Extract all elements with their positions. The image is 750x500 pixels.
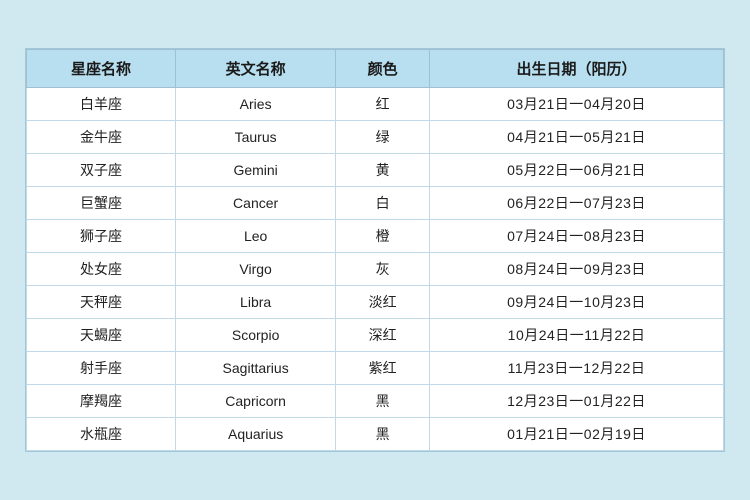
table-row: 金牛座Taurus绿04月21日一05月21日 [27,121,724,154]
cell-color: 黑 [336,385,430,418]
cell-chinese-name: 双子座 [27,154,176,187]
cell-color: 淡红 [336,286,430,319]
cell-english-name: Cancer [175,187,335,220]
cell-english-name: Aquarius [175,418,335,451]
header-english-name: 英文名称 [175,50,335,88]
cell-dates: 04月21日一05月21日 [430,121,724,154]
cell-color: 橙 [336,220,430,253]
cell-chinese-name: 天秤座 [27,286,176,319]
cell-chinese-name: 白羊座 [27,88,176,121]
cell-english-name: Libra [175,286,335,319]
table-body: 白羊座Aries红03月21日一04月20日金牛座Taurus绿04月21日一0… [27,88,724,451]
cell-color: 深红 [336,319,430,352]
cell-english-name: Scorpio [175,319,335,352]
cell-dates: 10月24日一11月22日 [430,319,724,352]
cell-dates: 07月24日一08月23日 [430,220,724,253]
cell-color: 黑 [336,418,430,451]
header-color: 颜色 [336,50,430,88]
zodiac-table-container: 星座名称 英文名称 颜色 出生日期（阳历） 白羊座Aries红03月21日一04… [25,48,725,452]
table-row: 狮子座Leo橙07月24日一08月23日 [27,220,724,253]
cell-chinese-name: 射手座 [27,352,176,385]
cell-english-name: Virgo [175,253,335,286]
cell-chinese-name: 狮子座 [27,220,176,253]
table-row: 天秤座Libra淡红09月24日一10月23日 [27,286,724,319]
table-row: 射手座Sagittarius紫红11月23日一12月22日 [27,352,724,385]
zodiac-table: 星座名称 英文名称 颜色 出生日期（阳历） 白羊座Aries红03月21日一04… [26,49,724,451]
table-header-row: 星座名称 英文名称 颜色 出生日期（阳历） [27,50,724,88]
cell-dates: 01月21日一02月19日 [430,418,724,451]
cell-english-name: Leo [175,220,335,253]
table-row: 双子座Gemini黄05月22日一06月21日 [27,154,724,187]
table-row: 白羊座Aries红03月21日一04月20日 [27,88,724,121]
cell-chinese-name: 水瓶座 [27,418,176,451]
cell-dates: 06月22日一07月23日 [430,187,724,220]
cell-color: 绿 [336,121,430,154]
cell-english-name: Gemini [175,154,335,187]
cell-chinese-name: 摩羯座 [27,385,176,418]
cell-color: 灰 [336,253,430,286]
cell-color: 白 [336,187,430,220]
table-row: 天蝎座Scorpio深红10月24日一11月22日 [27,319,724,352]
table-row: 处女座Virgo灰08月24日一09月23日 [27,253,724,286]
cell-dates: 12月23日一01月22日 [430,385,724,418]
table-row: 摩羯座Capricorn黑12月23日一01月22日 [27,385,724,418]
cell-chinese-name: 处女座 [27,253,176,286]
header-dates: 出生日期（阳历） [430,50,724,88]
header-chinese-name: 星座名称 [27,50,176,88]
cell-dates: 05月22日一06月21日 [430,154,724,187]
cell-chinese-name: 金牛座 [27,121,176,154]
cell-english-name: Aries [175,88,335,121]
cell-english-name: Taurus [175,121,335,154]
cell-english-name: Sagittarius [175,352,335,385]
cell-dates: 08月24日一09月23日 [430,253,724,286]
cell-color: 黄 [336,154,430,187]
cell-dates: 09月24日一10月23日 [430,286,724,319]
cell-dates: 11月23日一12月22日 [430,352,724,385]
cell-dates: 03月21日一04月20日 [430,88,724,121]
cell-color: 红 [336,88,430,121]
table-row: 巨蟹座Cancer白06月22日一07月23日 [27,187,724,220]
cell-chinese-name: 天蝎座 [27,319,176,352]
cell-chinese-name: 巨蟹座 [27,187,176,220]
cell-english-name: Capricorn [175,385,335,418]
cell-color: 紫红 [336,352,430,385]
table-row: 水瓶座Aquarius黑01月21日一02月19日 [27,418,724,451]
